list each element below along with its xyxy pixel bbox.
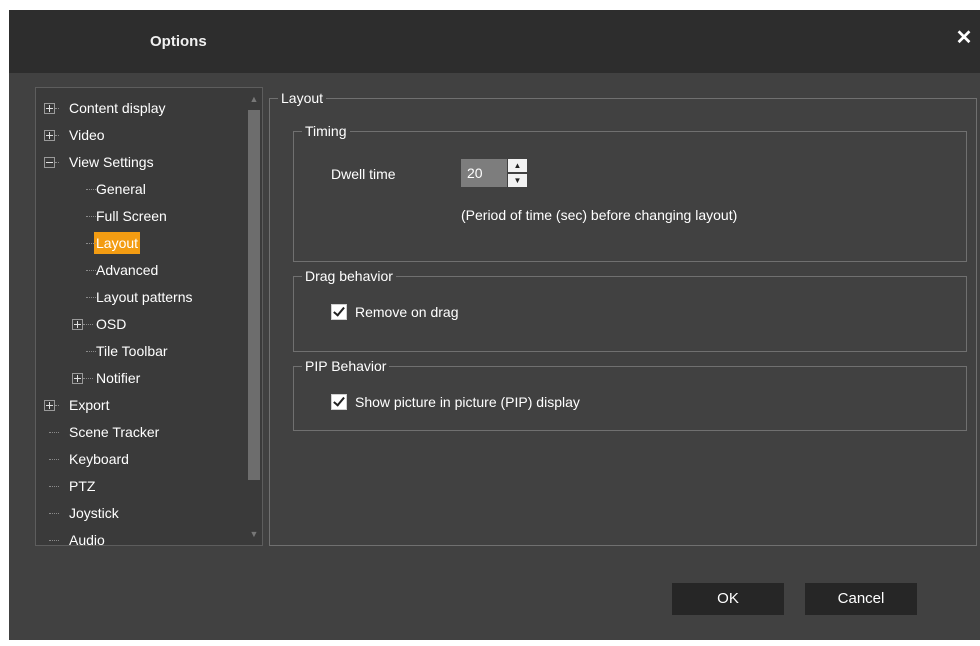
scroll-up-icon[interactable]: ▲ bbox=[249, 94, 259, 104]
tree-item-audio[interactable]: Audio bbox=[44, 529, 107, 551]
dwell-time-input[interactable]: 20 bbox=[461, 159, 507, 187]
expand-plus-icon[interactable] bbox=[44, 103, 55, 114]
dialog-title: Options bbox=[150, 33, 207, 50]
tree-item-scene-tracker[interactable]: Scene Tracker bbox=[44, 421, 161, 443]
tree-item-general[interactable]: General bbox=[72, 178, 148, 200]
pip-behavior-caption: PIP Behavior bbox=[302, 358, 390, 375]
remove-on-drag-label[interactable]: Remove on drag bbox=[355, 304, 459, 320]
timing-group: Timing bbox=[293, 123, 967, 262]
title-bar: Options ✕ bbox=[9, 10, 980, 73]
scrollbar-thumb[interactable] bbox=[248, 110, 260, 480]
tree-item-export[interactable]: Export bbox=[44, 394, 111, 416]
expand-plus-icon[interactable] bbox=[72, 373, 83, 384]
tree-item-osd[interactable]: OSD bbox=[72, 313, 128, 335]
show-pip-label[interactable]: Show picture in picture (PIP) display bbox=[355, 394, 580, 410]
tree-item-ptz[interactable]: PTZ bbox=[44, 475, 97, 497]
tree-item-advanced[interactable]: Advanced bbox=[72, 259, 160, 281]
collapse-minus-icon[interactable] bbox=[44, 157, 55, 168]
tree-item-keyboard[interactable]: Keyboard bbox=[44, 448, 131, 470]
remove-on-drag-checkbox[interactable] bbox=[331, 304, 347, 320]
scroll-down-icon[interactable]: ▼ bbox=[249, 529, 259, 539]
spin-down-icon[interactable]: ▼ bbox=[508, 174, 527, 187]
expand-plus-icon[interactable] bbox=[72, 319, 83, 330]
options-tree: Content display Video View Settings Gene… bbox=[35, 87, 263, 548]
dwell-time-hint: (Period of time (sec) before changing la… bbox=[461, 207, 738, 223]
tree-item-full-screen[interactable]: Full Screen bbox=[72, 205, 169, 227]
tree-item-layout[interactable]: Layout bbox=[72, 232, 141, 254]
tree-item-layout-patterns[interactable]: Layout patterns bbox=[72, 286, 195, 308]
tree-item-joystick[interactable]: Joystick bbox=[44, 502, 121, 524]
expand-plus-icon[interactable] bbox=[44, 130, 55, 141]
tree-item-content-display[interactable]: Content display bbox=[44, 97, 168, 119]
close-icon[interactable]: ✕ bbox=[953, 27, 975, 49]
tree-item-notifier[interactable]: Notifier bbox=[72, 367, 142, 389]
dwell-time-label: Dwell time bbox=[331, 166, 396, 182]
spin-up-icon[interactable]: ▲ bbox=[508, 159, 527, 172]
layout-group-caption: Layout bbox=[278, 90, 327, 107]
cancel-button[interactable]: Cancel bbox=[805, 583, 917, 615]
dwell-time-spinner[interactable]: 20 ▲ ▼ bbox=[461, 159, 531, 187]
show-pip-checkbox[interactable] bbox=[331, 394, 347, 410]
tree-item-view-settings[interactable]: View Settings bbox=[44, 151, 156, 173]
expand-plus-icon[interactable] bbox=[44, 400, 55, 411]
tree-item-video[interactable]: Video bbox=[44, 124, 107, 146]
timing-group-caption: Timing bbox=[302, 123, 350, 140]
options-dialog: Options ✕ Content display Video View Set… bbox=[9, 10, 980, 640]
tree-scrollbar[interactable]: ▲ ▼ bbox=[246, 88, 262, 545]
ok-button[interactable]: OK bbox=[672, 583, 784, 615]
tree-item-tile-toolbar[interactable]: Tile Toolbar bbox=[72, 340, 170, 362]
drag-behavior-caption: Drag behavior bbox=[302, 268, 396, 285]
